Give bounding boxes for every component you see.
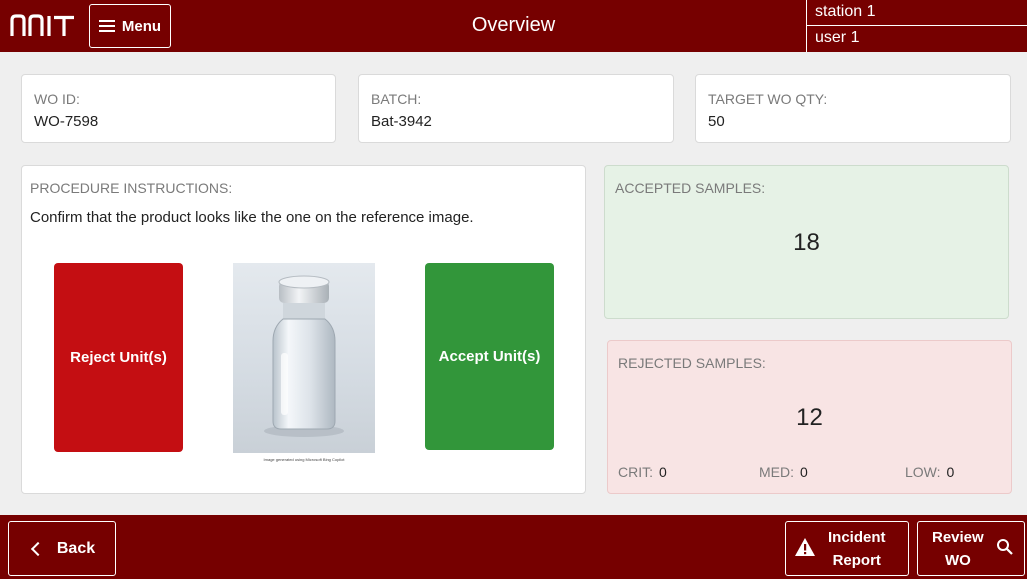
wo-id-value: WO-7598 [34,113,99,130]
rejected-samples-count: 12 [796,404,823,431]
vial-icon [264,275,344,437]
batch-value: Bat-3942 [371,113,432,130]
procedure-label: PROCEDURE INSTRUCTIONS: [30,180,233,196]
med-count: MED: 0 [759,464,808,480]
accept-unit-label: Accept Unit(s) [438,348,541,365]
med-value: 0 [800,464,808,480]
review-wo-label: Review WO [932,526,984,572]
procedure-panel: PROCEDURE INSTRUCTIONS: Confirm that the… [21,165,586,494]
app-footer: Back Incident Report Review WO [0,515,1027,579]
station-user-box: station 1 user 1 [806,0,1027,52]
reject-unit-button[interactable]: Reject Unit(s) [54,263,183,452]
wo-id-card: WO ID: WO-7598 [21,74,336,143]
crit-label: CRIT: [618,464,653,480]
batch-label: BATCH: [371,91,422,107]
low-count: LOW: 0 [905,464,954,480]
reference-image [233,263,375,453]
station-name: station 1 [807,0,1027,26]
search-icon [996,538,1014,560]
incident-report-label: Incident Report [828,526,886,572]
low-value: 0 [946,464,955,480]
review-label-line1: Review [932,528,984,546]
med-label: MED: [759,464,794,480]
incident-label-line1: Incident [828,528,886,546]
low-label: LOW: [905,464,941,480]
image-caption: Image generated using Microsoft Bing Cop… [263,457,345,462]
wo-id-label: WO ID: [34,91,80,107]
accepted-samples-panel: ACCEPTED SAMPLES: 18 [604,165,1009,319]
back-button[interactable]: Back [8,521,116,576]
target-qty-card: TARGET WO QTY: 50 [695,74,1011,143]
app-header: Menu Overview station 1 user 1 [0,0,1027,52]
warning-icon [794,537,816,561]
batch-card: BATCH: Bat-3942 [358,74,674,143]
crit-value: 0 [659,464,667,480]
rejected-samples-panel: REJECTED SAMPLES: 12 CRIT: 0 MED: 0 LOW: 0 [607,340,1012,494]
incident-label-line2: Report [832,551,881,569]
rejected-samples-label: REJECTED SAMPLES: [618,355,766,371]
user-name: user 1 [815,29,860,46]
accept-unit-button[interactable]: Accept Unit(s) [425,263,554,450]
chevron-left-icon [30,541,45,556]
review-wo-button[interactable]: Review WO [917,521,1025,576]
accepted-samples-label: ACCEPTED SAMPLES: [615,180,766,196]
target-qty-value: 50 [708,113,725,130]
back-label: Back [56,539,96,557]
accepted-samples-count: 18 [793,229,820,256]
procedure-instruction: Confirm that the product looks like the … [30,209,474,226]
crit-count: CRIT: 0 [618,464,667,480]
reject-unit-label: Reject Unit(s) [70,349,167,366]
target-qty-label: TARGET WO QTY: [708,91,828,107]
incident-report-button[interactable]: Incident Report [785,521,909,576]
review-label-line2: WO [944,551,971,569]
